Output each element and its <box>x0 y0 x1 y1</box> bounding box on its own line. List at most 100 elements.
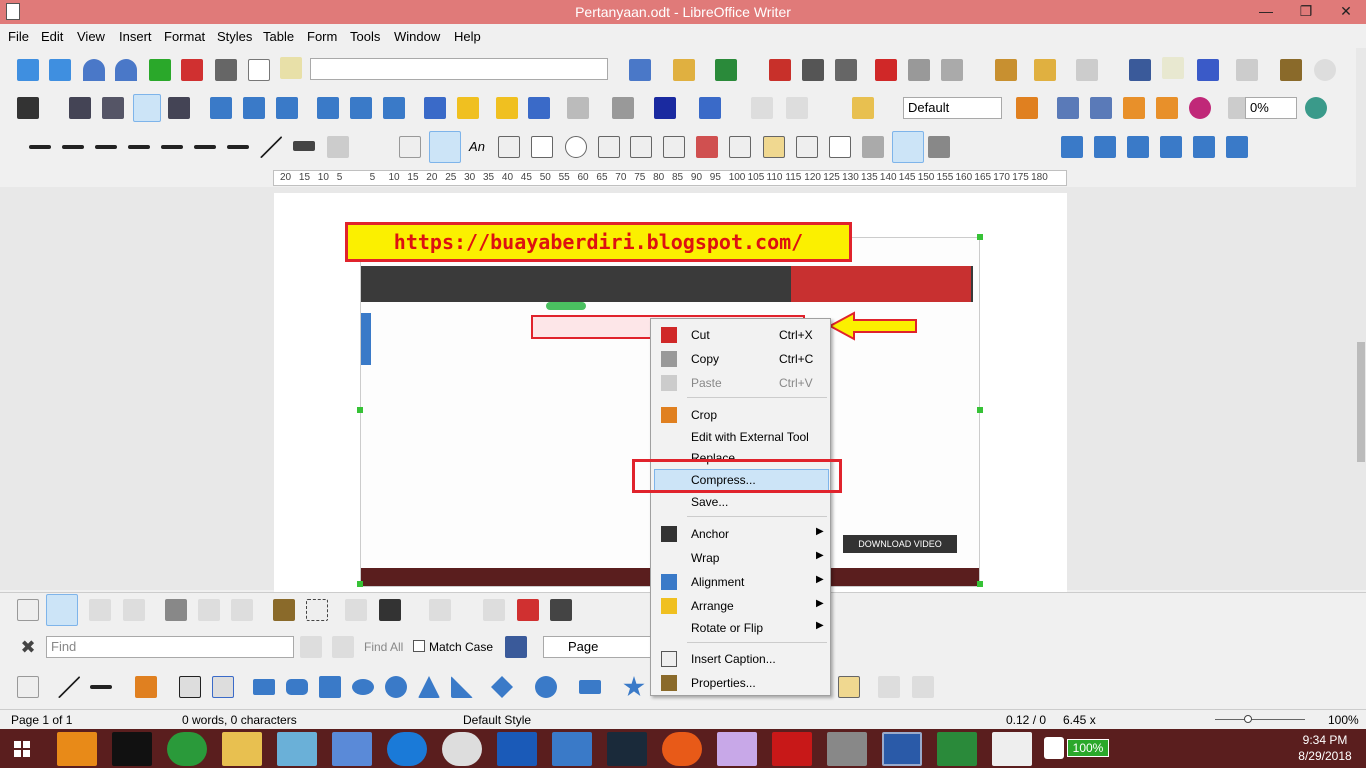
paste-icon[interactable] <box>941 59 963 81</box>
image-filter-icon[interactable] <box>1305 97 1327 119</box>
rounded-rectangle-icon[interactable] <box>286 679 308 695</box>
triangle-icon[interactable] <box>418 676 440 698</box>
menu-item-arrange[interactable]: Arrange ▶ <box>651 595 830 617</box>
anchor-icon[interactable] <box>17 97 39 119</box>
file-explorer-icon[interactable] <box>222 732 262 766</box>
python-icon[interactable] <box>552 732 592 766</box>
image-button-icon[interactable] <box>696 136 718 158</box>
find-previous-icon[interactable] <box>300 636 322 658</box>
image-handle-right[interactable] <box>977 407 983 413</box>
chrome-icon[interactable] <box>167 732 207 766</box>
control-properties-icon[interactable] <box>89 599 111 621</box>
line-arrow-end-icon[interactable] <box>29 145 51 149</box>
form-properties-2-icon[interactable] <box>123 599 145 621</box>
ellipse-icon[interactable] <box>352 679 374 695</box>
points-icon[interactable] <box>878 676 900 698</box>
unlink-frames-icon[interactable] <box>786 97 808 119</box>
menu-item-copy[interactable]: Copy Ctrl+C <box>651 348 830 370</box>
spelling-icon[interactable] <box>280 57 302 79</box>
menu-item-alignment[interactable]: Alignment ▶ <box>651 571 830 593</box>
select-arrow-icon[interactable] <box>399 136 421 158</box>
scrollbar-thumb[interactable] <box>1357 342 1365 462</box>
find-next-icon[interactable] <box>332 636 354 658</box>
image-handle-top-right[interactable] <box>977 234 983 240</box>
print-icon[interactable] <box>802 59 824 81</box>
backward-one-icon[interactable] <box>528 97 550 119</box>
horizontal-ruler[interactable]: 20 15 10 5 5 10 15 20 25 30 35 40 45 50 55 60 65 70 75 80 85… <box>273 170 1067 186</box>
circle-icon[interactable] <box>385 676 407 698</box>
align-center-2-icon[interactable] <box>1094 136 1116 158</box>
rotate-right-icon[interactable] <box>1156 97 1178 119</box>
rectangle-icon[interactable] <box>253 679 275 695</box>
menu-window[interactable]: Window <box>394 29 440 44</box>
magic-wand-icon[interactable] <box>852 97 874 119</box>
group-box-icon[interactable] <box>829 136 851 158</box>
align-top-2-icon[interactable] <box>1160 136 1182 158</box>
snap-grid-icon[interactable] <box>483 599 505 621</box>
restore-button[interactable]: ❐ <box>1286 0 1326 22</box>
rotate-left-icon[interactable] <box>1123 97 1145 119</box>
redo-arc-icon[interactable] <box>115 59 137 81</box>
copy-icon[interactable] <box>908 59 930 81</box>
clone-brush-icon[interactable] <box>995 59 1017 81</box>
design-mode-2-icon[interactable] <box>46 594 78 626</box>
align-left-2-icon[interactable] <box>1061 136 1083 158</box>
align-right-icon[interactable] <box>276 97 298 119</box>
menu-help[interactable]: Help <box>454 29 481 44</box>
push-button-icon[interactable] <box>663 136 685 158</box>
menu-item-insert-caption[interactable]: Insert Caption... <box>651 648 830 670</box>
terminal-icon[interactable] <box>112 732 152 766</box>
align-objects-icon[interactable] <box>429 599 451 621</box>
select-2-icon[interactable] <box>17 676 39 698</box>
line-arrows-both-icon[interactable] <box>62 145 84 149</box>
label-field-icon[interactable]: An <box>466 136 488 158</box>
calc-icon[interactable] <box>937 732 977 766</box>
anchor-2-icon[interactable] <box>379 599 401 621</box>
new-page-icon[interactable] <box>248 59 270 81</box>
formatted-field-icon[interactable] <box>729 136 751 158</box>
extrusion-icon[interactable] <box>912 676 934 698</box>
magnet-icon[interactable] <box>517 599 539 621</box>
activation-order-icon[interactable] <box>198 599 220 621</box>
rotate-icon[interactable] <box>1189 97 1211 119</box>
line-double-arrow-icon[interactable] <box>128 145 150 149</box>
menu-item-anchor[interactable]: Anchor ▶ <box>651 523 830 545</box>
align-right-2-icon[interactable] <box>1127 136 1149 158</box>
menu-insert[interactable]: Insert <box>119 29 152 44</box>
link-frames-icon[interactable] <box>751 97 773 119</box>
optimal-wrap-icon[interactable] <box>133 94 161 122</box>
transparency-combo[interactable]: 0% <box>1245 97 1297 119</box>
find-replace-icon[interactable] <box>1129 59 1151 81</box>
double-arrow-icon[interactable] <box>579 680 601 694</box>
menu-item-wrap[interactable]: Wrap ▶ <box>651 547 830 569</box>
curve-icon[interactable] <box>179 676 201 698</box>
line-arrow-start-icon[interactable] <box>161 145 183 149</box>
line-icon[interactable] <box>58 676 80 698</box>
insert-image-icon[interactable] <box>1280 59 1302 81</box>
image-handle-bottom-right[interactable] <box>977 581 983 587</box>
document-taskbar-icon[interactable] <box>992 732 1032 766</box>
polygon-icon[interactable] <box>212 676 234 698</box>
date-field-icon[interactable] <box>763 136 785 158</box>
pdf-icon[interactable] <box>769 59 791 81</box>
square-icon[interactable] <box>319 676 341 698</box>
check-box-icon[interactable] <box>531 136 553 158</box>
menu-tools[interactable]: Tools <box>350 29 380 44</box>
border-style-icon[interactable] <box>612 97 634 119</box>
formatting-marks-icon[interactable] <box>1197 59 1219 81</box>
forward-one-icon[interactable] <box>496 97 518 119</box>
align-top-icon[interactable] <box>317 97 339 119</box>
align-center-icon[interactable] <box>243 97 265 119</box>
step-back-icon[interactable] <box>215 59 237 81</box>
diagonal-line-icon[interactable] <box>260 136 282 158</box>
menu-format[interactable]: Format <box>164 29 205 44</box>
flip-horizontal-icon[interactable] <box>1090 97 1112 119</box>
undo-icon[interactable] <box>1034 59 1056 81</box>
text-box-icon[interactable] <box>498 136 520 158</box>
clock-app-icon[interactable] <box>442 732 482 766</box>
page-combo[interactable]: Page <box>543 636 653 658</box>
menu-edit[interactable]: Edit <box>41 29 63 44</box>
menu-item-rotate[interactable]: Rotate or Flip ▶ <box>651 617 830 639</box>
save-icon[interactable] <box>715 59 737 81</box>
monitor-icon[interactable] <box>827 732 867 766</box>
